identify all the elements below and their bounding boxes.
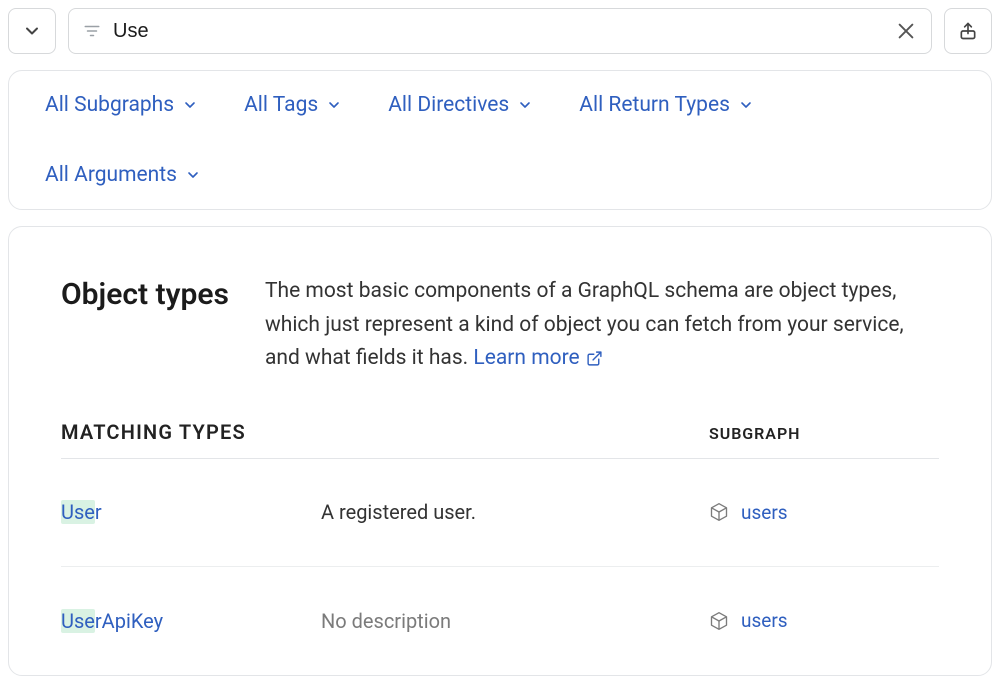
section-title: Object types (61, 275, 229, 312)
filters-bar: All Subgraphs All Tags All Directives Al… (8, 70, 992, 210)
external-link-icon (586, 350, 603, 367)
subgraph-link[interactable]: users (709, 609, 939, 632)
share-icon (958, 21, 978, 41)
top-bar (0, 0, 1000, 54)
filter-icon (83, 22, 101, 40)
cube-icon (709, 502, 729, 522)
results-panel: Object types The most basic components o… (8, 226, 992, 676)
column-header-subgraph: SUBGRAPH (709, 424, 939, 443)
results-header: Object types The most basic components o… (61, 275, 939, 376)
chevron-down-icon (517, 97, 533, 113)
subgraph-link[interactable]: users (709, 501, 939, 524)
filter-subgraphs[interactable]: All Subgraphs (45, 93, 198, 117)
type-selector-dropdown[interactable] (8, 8, 56, 54)
subgraph-name: users (741, 609, 788, 632)
table-row: UserApiKey No description users (61, 567, 939, 675)
cube-icon (709, 611, 729, 631)
section-description: The most basic components of a GraphQL s… (265, 275, 939, 376)
column-header-types: MATCHING TYPES (61, 420, 321, 444)
type-description: No description (321, 609, 709, 633)
filter-arguments[interactable]: All Arguments (45, 163, 201, 187)
filter-label: All Arguments (45, 163, 177, 187)
chevron-down-icon (738, 97, 754, 113)
filter-directives[interactable]: All Directives (388, 93, 533, 117)
share-button[interactable] (944, 8, 992, 54)
learn-more-link[interactable]: Learn more (473, 342, 602, 376)
chevron-down-icon (326, 97, 342, 113)
match-highlight: Use (61, 609, 95, 633)
type-link-user[interactable]: User (61, 499, 102, 525)
type-name-rest: rApiKey (95, 609, 163, 633)
type-link-userapikey[interactable]: UserApiKey (61, 608, 163, 634)
search-field[interactable] (68, 8, 932, 54)
filter-label: All Tags (244, 93, 318, 117)
filter-label: All Return Types (579, 93, 730, 117)
clear-search-button[interactable] (895, 20, 917, 42)
match-highlight: Use (61, 500, 95, 524)
type-name-rest: r (95, 500, 102, 524)
type-description: A registered user. (321, 500, 709, 524)
table-header: MATCHING TYPES SUBGRAPH (61, 420, 939, 459)
search-input[interactable] (113, 20, 883, 43)
chevron-down-icon (185, 167, 201, 183)
filter-tags[interactable]: All Tags (244, 93, 342, 117)
table-row: User A registered user. users (61, 459, 939, 567)
chevron-down-icon (22, 21, 42, 41)
filter-label: All Directives (388, 93, 509, 117)
chevron-down-icon (182, 97, 198, 113)
filter-label: All Subgraphs (45, 93, 174, 117)
subgraph-name: users (741, 501, 788, 524)
learn-more-label: Learn more (473, 342, 579, 376)
filter-return-types[interactable]: All Return Types (579, 93, 754, 117)
